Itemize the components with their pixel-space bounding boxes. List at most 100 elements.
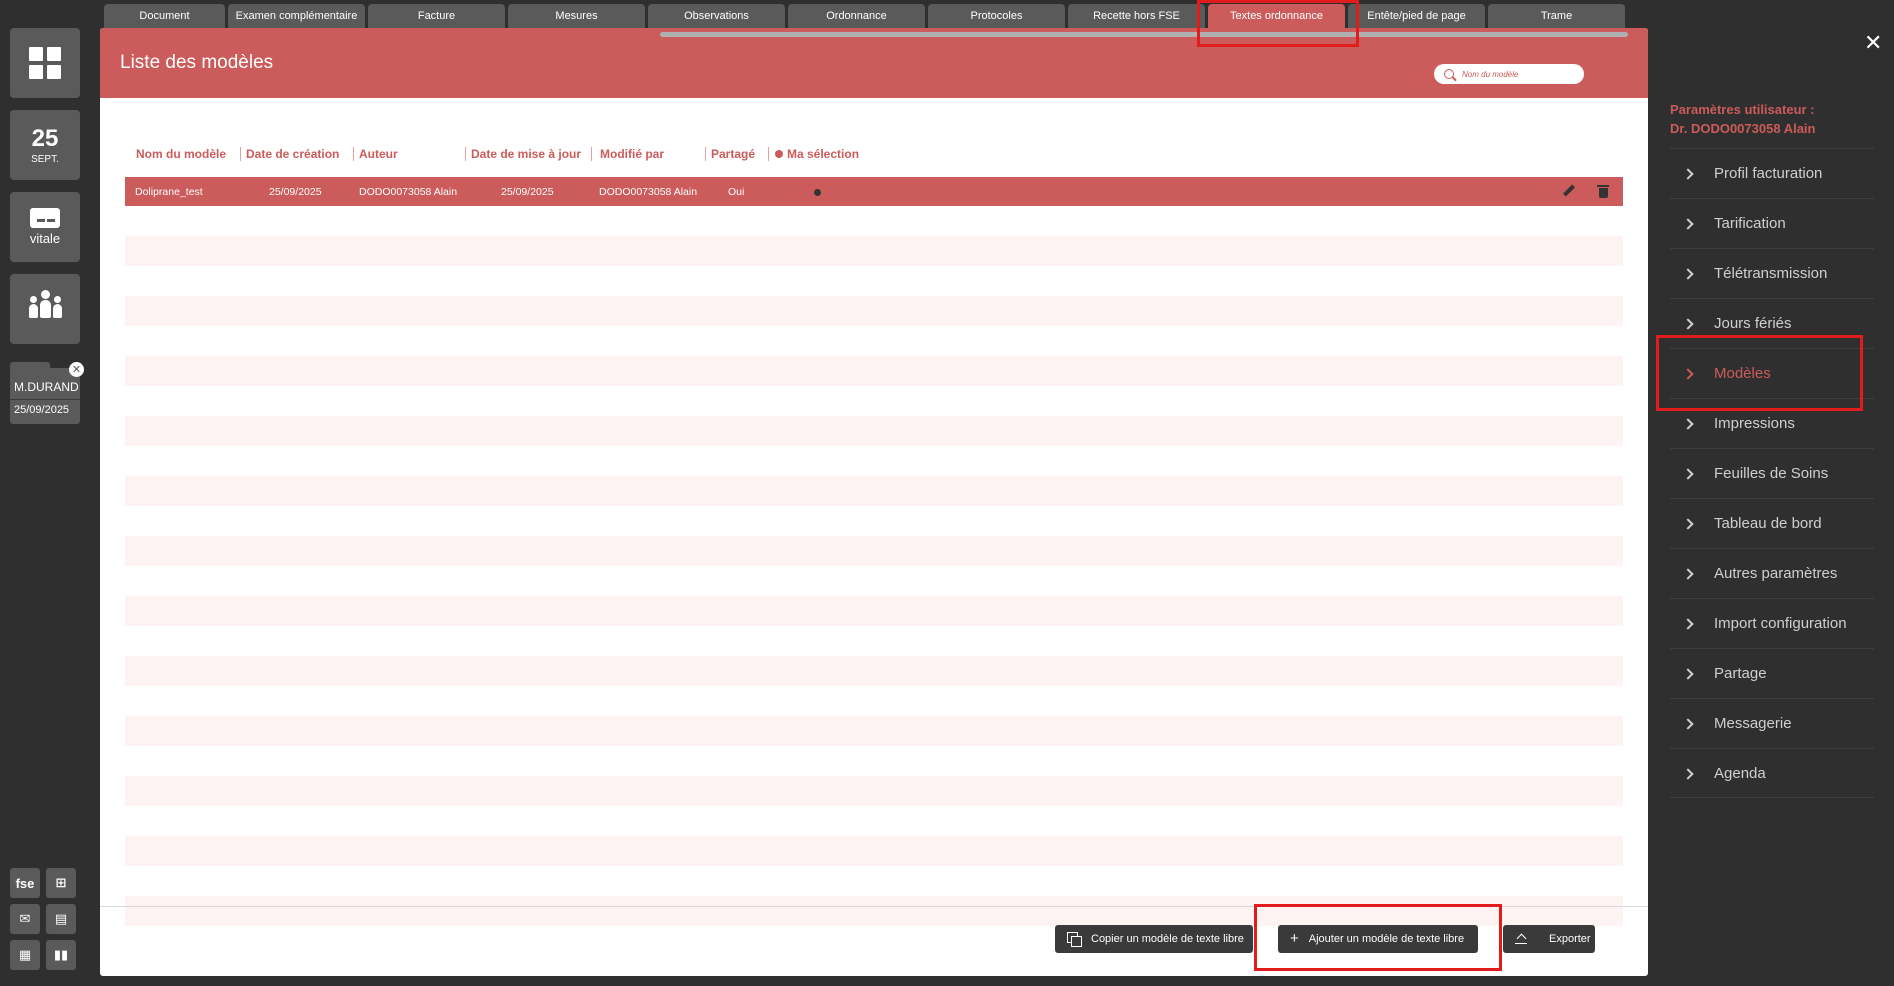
column-header-modified-by[interactable]: Modifié par — [600, 147, 664, 161]
export-icon — [1515, 934, 1527, 944]
chevron-right-icon — [1682, 517, 1694, 530]
cell-author: DODO0073058 Alain — [359, 186, 458, 198]
menu-item-autres-parametres[interactable]: Autres paramètres — [1670, 548, 1874, 598]
vitale-card-icon — [30, 208, 60, 228]
calculator-icon: ▦ — [18, 947, 32, 962]
add-model-button[interactable]: + Ajouter un modèle de texte libre — [1278, 925, 1478, 953]
tab-scrollbar[interactable] — [660, 32, 1628, 37]
edit-pencil-icon[interactable] — [1561, 183, 1577, 199]
vitale-button[interactable]: vitale — [10, 192, 80, 262]
menu-item-import-configuration[interactable]: Import configuration — [1670, 598, 1874, 648]
selection-dot-icon — [775, 150, 783, 158]
chevron-right-icon — [1682, 667, 1694, 680]
empty-table-row — [125, 596, 1623, 626]
empty-table-row — [125, 716, 1623, 746]
column-header-name[interactable]: Nom du modèle — [136, 147, 226, 161]
settings-title: Paramètres utilisateur : Dr. DODO0073058… — [1670, 102, 1816, 136]
search-box[interactable] — [1434, 64, 1584, 84]
empty-table-row — [125, 776, 1623, 806]
date-month: SEPT. — [31, 153, 59, 165]
tab-trame[interactable]: Trame — [1488, 4, 1625, 28]
cell-created: 25/09/2025 — [269, 186, 322, 198]
cell-updated: 25/09/2025 — [501, 186, 554, 198]
tab-textes-ordonnance[interactable]: Textes ordonnance — [1208, 4, 1345, 28]
column-header-shared[interactable]: Partagé — [711, 147, 755, 161]
menu-item-impressions[interactable]: Impressions — [1670, 398, 1874, 448]
patient-name: M.DURAND — [14, 380, 79, 394]
chevron-right-icon — [1682, 467, 1694, 480]
add-document-icon: ⊞ — [55, 875, 67, 890]
empty-table-row — [125, 896, 1623, 926]
tab-examen-complementaire[interactable]: Examen complémentaire — [228, 4, 365, 28]
chevron-right-icon — [1682, 267, 1694, 280]
chevron-right-icon — [1682, 717, 1694, 730]
tab-ordonnance[interactable]: Ordonnance — [788, 4, 925, 28]
dashboard-grid-icon — [29, 47, 61, 79]
settings-sidebar: ✕ Paramètres utilisateur : Dr. DODO00730… — [1652, 0, 1894, 986]
dashboard-button[interactable] — [10, 28, 80, 98]
plus-icon: + — [1290, 930, 1299, 947]
menu-item-profil-facturation[interactable]: Profil facturation — [1670, 148, 1874, 198]
close-patient-icon[interactable]: ✕ — [69, 362, 84, 377]
statistics-button[interactable]: ▮▮ — [46, 940, 76, 970]
calendar-date-button[interactable]: 25 SEPT. — [10, 110, 80, 180]
export-button[interactable]: Exporter — [1503, 925, 1595, 953]
chevron-right-icon — [1682, 567, 1694, 580]
empty-table-row — [125, 536, 1623, 566]
close-icon[interactable]: ✕ — [1864, 30, 1882, 56]
delete-trash-icon[interactable] — [1595, 183, 1611, 199]
menu-item-jours-feries[interactable]: Jours fériés — [1670, 298, 1874, 348]
cell-shared: Oui — [728, 186, 745, 198]
chevron-right-icon — [1682, 617, 1694, 630]
mail-button[interactable]: ✉ — [10, 904, 40, 934]
document-icon: ▤ — [54, 911, 68, 926]
people-group-icon — [28, 290, 62, 318]
empty-table-row — [125, 236, 1623, 266]
calculator-button[interactable]: ▦ — [10, 940, 40, 970]
table-row[interactable]: Doliprane_test 25/09/2025 DODO0073058 Al… — [125, 177, 1623, 206]
add-document-button[interactable]: ⊞ — [46, 868, 76, 898]
menu-item-agenda[interactable]: Agenda — [1670, 748, 1874, 798]
date-day: 25 — [31, 124, 59, 152]
column-header-created[interactable]: Date de création — [246, 147, 339, 161]
search-input[interactable] — [1462, 69, 1572, 79]
column-header-updated[interactable]: Date de mise à jour — [471, 147, 581, 161]
patient-folder-card[interactable]: ✕ M.DURAND 25/09/2025 — [10, 362, 84, 424]
bar-chart-icon: ▮▮ — [53, 947, 69, 962]
cell-name: Doliprane_test — [135, 186, 203, 198]
empty-table-row — [125, 656, 1623, 686]
empty-table-row — [125, 416, 1623, 446]
tab-protocoles[interactable]: Protocoles — [928, 4, 1065, 28]
footer-divider — [100, 906, 1648, 907]
panel-header: Liste des modèles — [100, 28, 1648, 98]
tab-mesures[interactable]: Mesures — [508, 4, 645, 28]
selection-indicator[interactable] — [814, 189, 821, 196]
chevron-right-icon — [1682, 217, 1694, 230]
patients-button[interactable] — [10, 274, 80, 344]
models-panel: Liste des modèles Nom du modèle Date de … — [100, 28, 1648, 976]
menu-item-tarification[interactable]: Tarification — [1670, 198, 1874, 248]
empty-table-row — [125, 476, 1623, 506]
left-sidebar: 25 SEPT. vitale ✕ M.DURAND 25/09/2025 fs… — [0, 0, 90, 986]
menu-item-modeles[interactable]: Modèles — [1670, 348, 1874, 398]
empty-table-row — [125, 836, 1623, 866]
copy-icon — [1067, 932, 1082, 947]
document-list-button[interactable]: ▤ — [46, 904, 76, 934]
tab-recette-hors-fse[interactable]: Recette hors FSE — [1068, 4, 1205, 28]
tab-entete-pied-de-page[interactable]: Entête/pied de page — [1348, 4, 1485, 28]
tab-facture[interactable]: Facture — [368, 4, 505, 28]
menu-item-teletransmission[interactable]: Télétransmission — [1670, 248, 1874, 298]
tab-observations[interactable]: Observations — [648, 4, 785, 28]
menu-item-tableau-de-bord[interactable]: Tableau de bord — [1670, 498, 1874, 548]
menu-item-feuilles-de-soins[interactable]: Feuilles de Soins — [1670, 448, 1874, 498]
menu-item-messagerie[interactable]: Messagerie — [1670, 698, 1874, 748]
column-header-author[interactable]: Auteur — [359, 147, 398, 161]
search-icon — [1444, 69, 1454, 79]
copy-model-button[interactable]: Copier un modèle de texte libre — [1055, 925, 1253, 953]
fse-button[interactable]: fse — [10, 868, 40, 898]
column-header-selection[interactable]: Ma sélection — [775, 147, 859, 161]
tab-document[interactable]: Document — [104, 4, 225, 28]
chevron-right-icon — [1682, 367, 1694, 380]
menu-item-partage[interactable]: Partage — [1670, 648, 1874, 698]
empty-table-row — [125, 356, 1623, 386]
